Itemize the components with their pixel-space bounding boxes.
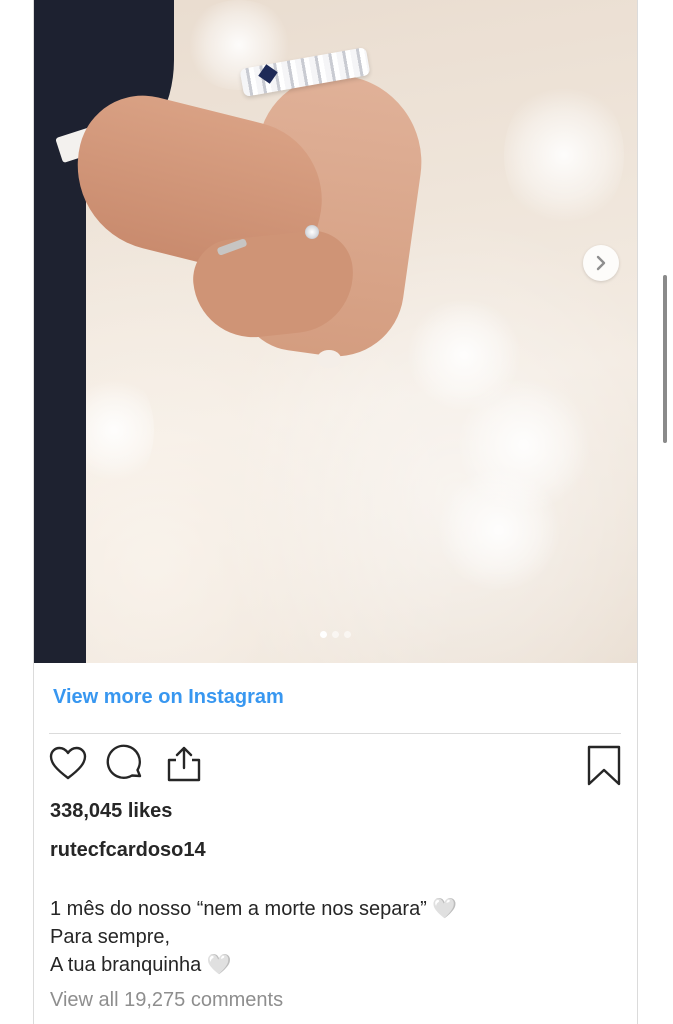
- lace-detail: [74, 370, 154, 490]
- engagement-ring: [305, 225, 319, 239]
- caption-line: A tua branquinha 🤍: [50, 954, 232, 976]
- carousel-dot: [344, 631, 351, 638]
- share-button[interactable]: [164, 744, 204, 784]
- view-more-on-instagram-link[interactable]: View more on Instagram: [53, 686, 284, 709]
- chevron-right-icon: [596, 255, 606, 271]
- post-caption: 1 mês do nosso “nem a morte nos separa” …: [50, 895, 457, 979]
- instagram-embed: View more on Instagram 338,045 likes rut…: [33, 0, 638, 1024]
- scrollbar-thumb[interactable]: [663, 275, 667, 443]
- lace-detail: [434, 470, 564, 590]
- heart-icon: [49, 746, 87, 780]
- comment-icon: [106, 744, 142, 779]
- divider: [49, 733, 621, 734]
- caption-line: 1 mês do nosso “nem a morte nos separa” …: [50, 898, 458, 920]
- share-icon: [167, 746, 201, 782]
- save-button[interactable]: [586, 744, 622, 788]
- caption-line: Para sempre,: [50, 926, 171, 948]
- fingernail: [317, 350, 341, 368]
- bookmark-icon: [587, 745, 621, 786]
- likes-count[interactable]: 338,045 likes: [50, 800, 172, 823]
- post-photo[interactable]: [34, 0, 637, 663]
- view-all-comments-link[interactable]: View all 19,275 comments: [50, 989, 283, 1012]
- carousel-dot: [320, 631, 327, 638]
- carousel-dot: [332, 631, 339, 638]
- comment-button[interactable]: [106, 744, 146, 784]
- carousel-next-button[interactable]: [583, 245, 619, 281]
- carousel-indicator: [34, 631, 637, 638]
- like-button[interactable]: [48, 744, 88, 784]
- action-bar: [48, 744, 204, 784]
- post-username[interactable]: rutecfcardoso14: [50, 839, 206, 862]
- lace-detail: [504, 80, 624, 230]
